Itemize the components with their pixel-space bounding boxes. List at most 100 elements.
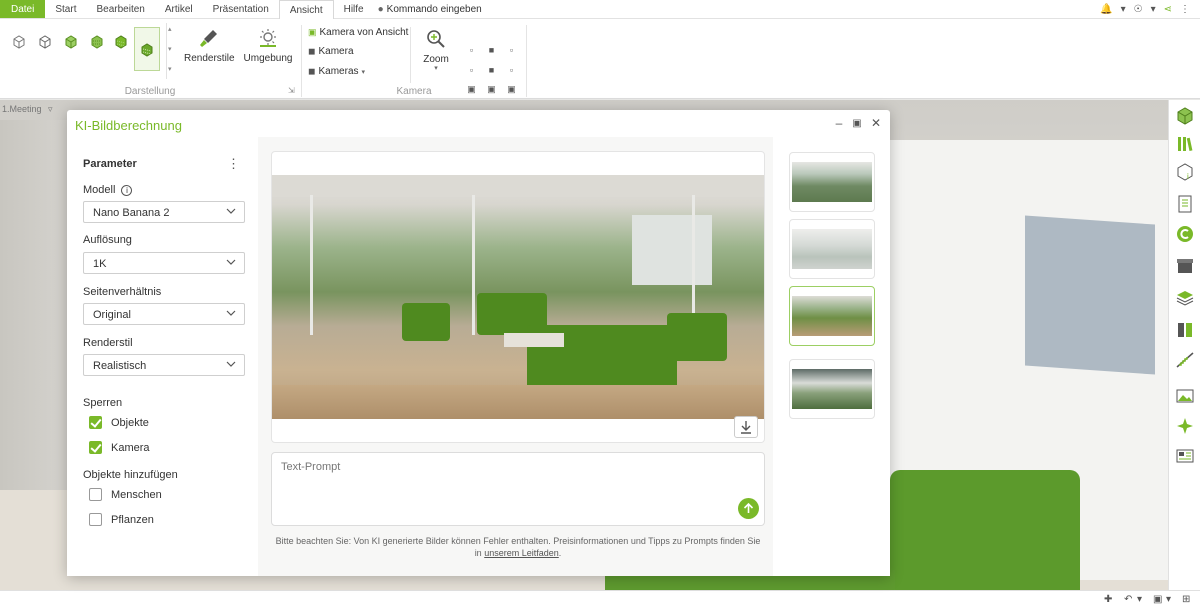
ai-render-dialog: KI-Bildberechnung – ▣ ✕ Parameter ⋮ Mode… [67, 110, 890, 576]
render-style-label: Renderstil [83, 337, 133, 349]
view-bottom-icon[interactable]: ▫ [507, 66, 516, 75]
send-button[interactable] [738, 498, 759, 519]
maximize-icon[interactable]: ▣ [850, 118, 864, 129]
result-image-card [271, 151, 765, 443]
tab-praesentation[interactable]: Präsentation [203, 0, 279, 18]
info-icon[interactable]: i [121, 185, 133, 196]
box-icon[interactable] [1175, 256, 1195, 276]
model-select[interactable]: Nano Banana 2 [83, 201, 245, 223]
more-options-icon[interactable]: ⋮ [227, 156, 240, 172]
view-iso1-icon[interactable]: ▣ [467, 85, 476, 94]
resolution-value: 1K [93, 258, 107, 270]
chevron-down-icon[interactable]: ▾ [1151, 4, 1156, 15]
render-floor [272, 385, 764, 419]
dialog-title: KI-Bildberechnung [75, 118, 182, 133]
add-plants-checkbox[interactable] [89, 513, 102, 526]
viewport-tab[interactable]: 1.Meeting ▿ [2, 104, 53, 115]
view-wireframe-button[interactable] [10, 31, 30, 51]
staircase-icon[interactable] [1175, 350, 1195, 370]
guide-link[interactable]: unserem Leitfaden [484, 548, 559, 558]
chevron-up-icon[interactable]: ▴ [168, 25, 172, 33]
view-shaded-button[interactable] [62, 31, 82, 51]
share-icon[interactable]: ⋖ [1164, 4, 1172, 15]
tab-ansicht[interactable]: Ansicht [278, 0, 334, 20]
view-top-icon[interactable]: ▫ [467, 46, 476, 55]
pin-icon[interactable]: ▿ [48, 104, 53, 114]
gallery-icon[interactable] [1175, 446, 1195, 466]
tab-start[interactable]: Start [45, 0, 86, 18]
kamera-von-ansicht-button[interactable]: ▣ Kamera von Ansicht [308, 27, 408, 38]
lightbulb-icon: ● [377, 3, 384, 15]
chevron-down-icon[interactable]: ▾ [1137, 594, 1142, 605]
monitor-icon[interactable]: ▣ [1153, 594, 1162, 605]
circle-arrow-icon[interactable] [1175, 224, 1195, 244]
minimize-icon[interactable]: – [832, 116, 846, 130]
tab-artikel[interactable]: Artikel [155, 0, 203, 18]
kamera-von-ansicht-label: Kamera von Ansicht [319, 27, 409, 38]
grid-icon[interactable]: ⊞ [1182, 594, 1190, 605]
chevron-down-icon [226, 310, 236, 316]
download-button[interactable] [734, 416, 758, 438]
aspect-ratio-select[interactable]: Original [83, 303, 245, 325]
view-iso3-icon[interactable]: ▣ [507, 85, 516, 94]
view-left-icon[interactable]: ▫ [467, 66, 476, 75]
lock-objects-checkbox[interactable] [89, 416, 102, 429]
image-icon[interactable] [1175, 386, 1195, 406]
render-style-value: Realistisch [93, 360, 147, 372]
thumbnail-item[interactable] [789, 152, 875, 212]
kameras-button[interactable]: ◼ Kameras ▾ [308, 66, 365, 77]
layers-icon[interactable] [1175, 288, 1195, 308]
more-icon[interactable]: ⋮ [1180, 4, 1190, 15]
bell-icon[interactable]: 🔔 [1100, 4, 1112, 15]
zoom-button[interactable]: Zoom ▾ [420, 28, 452, 73]
text-prompt-input[interactable]: Text-Prompt [271, 452, 765, 526]
tab-datei[interactable]: Datei [0, 0, 46, 18]
catalog-cube-icon[interactable] [1175, 106, 1195, 126]
view-iso2-icon[interactable]: ▣ [487, 85, 496, 94]
chevron-down-icon[interactable]: ▾ [168, 45, 172, 53]
tab-bearbeiten[interactable]: Bearbeiten [86, 0, 154, 18]
view-front-icon[interactable]: ■ [487, 46, 496, 55]
idea-icon[interactable]: ☉ [1134, 4, 1143, 15]
object-info-icon[interactable]: i [1175, 162, 1195, 182]
thumbnail-item-selected[interactable] [789, 286, 875, 346]
arrow-up-icon [743, 502, 754, 513]
lock-camera-label: Kamera [111, 442, 150, 454]
add-people-checkbox[interactable] [89, 488, 102, 501]
lock-camera-checkbox[interactable] [89, 441, 102, 454]
thumbnail-item[interactable] [789, 359, 875, 419]
view-raytrace-button[interactable] [134, 27, 160, 71]
chevron-down-icon[interactable]: ▾ [1121, 4, 1126, 15]
ai-sparkle-icon[interactable] [1175, 416, 1195, 436]
cameras-icon: ◼ [308, 66, 316, 76]
view-back-icon[interactable]: ■ [487, 66, 496, 75]
download-icon [741, 421, 751, 434]
viewport-wall-panel [1025, 215, 1155, 375]
aspect-ratio-value: Original [93, 309, 131, 321]
materials-icon[interactable] [1175, 320, 1195, 340]
viewport-sofa [890, 470, 1080, 590]
document-list-icon[interactable] [1175, 194, 1195, 214]
view-realistic-button[interactable] [112, 31, 132, 51]
view-hidden-line-button[interactable] [36, 31, 56, 51]
command-input[interactable]: ● Kommando eingeben [374, 0, 482, 18]
renderstile-button[interactable]: Renderstile [184, 27, 235, 64]
chevron-down-icon [226, 361, 236, 367]
expand-icon[interactable]: ▾ [168, 65, 172, 73]
umgebung-button[interactable]: Umgebung [243, 27, 293, 64]
thumbnail-item[interactable] [789, 219, 875, 279]
view-textured-button[interactable] [88, 31, 108, 51]
view-right-icon[interactable]: ▫ [507, 46, 516, 55]
undo-icon[interactable]: ↶ [1124, 594, 1132, 605]
right-toolbar: i [1168, 100, 1200, 590]
snap-icon[interactable]: ✚ [1104, 594, 1112, 605]
close-icon[interactable]: ✕ [869, 116, 883, 130]
dialog-launcher-icon[interactable]: ⇲ [288, 86, 295, 95]
tab-hilfe[interactable]: Hilfe [334, 0, 374, 18]
chevron-down-icon[interactable]: ▾ [1166, 594, 1171, 605]
library-icon[interactable] [1175, 134, 1195, 154]
render-style-select[interactable]: Realistisch [83, 354, 245, 376]
kamera-button[interactable]: ◼ Kamera [308, 46, 354, 57]
resolution-select[interactable]: 1K [83, 252, 245, 274]
gallery-scroll[interactable]: ▴ ▾ ▾ [166, 23, 174, 79]
